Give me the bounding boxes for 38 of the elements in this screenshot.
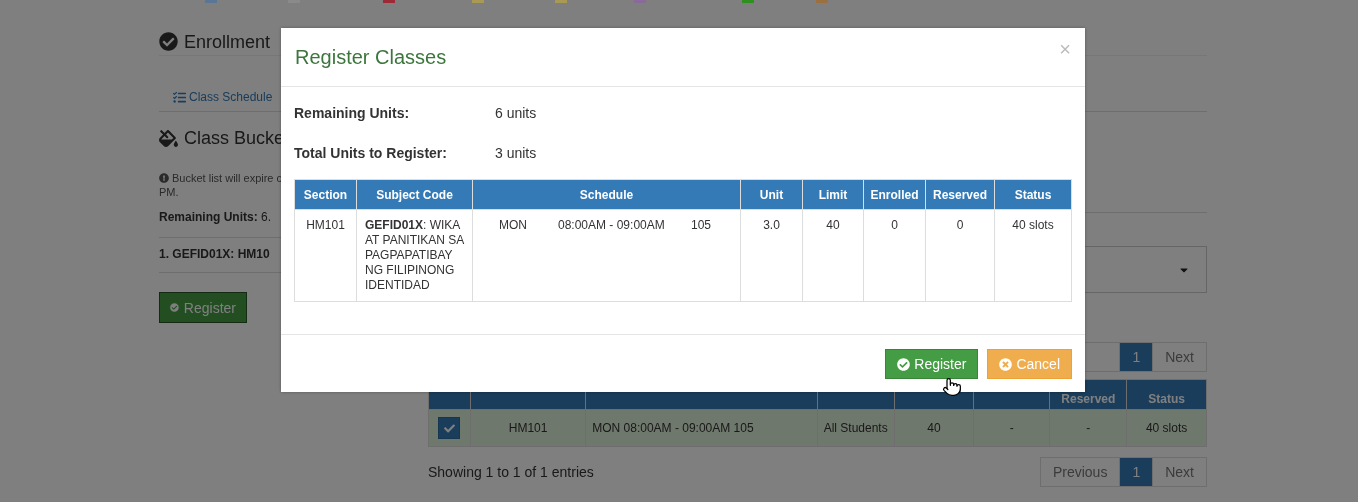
table-cell: -: [1049, 409, 1127, 447]
table-cell: HM101: [470, 409, 586, 447]
table-cell: -: [973, 409, 1050, 447]
schedule-time: 08:00AM - 09:00AM: [558, 218, 666, 233]
summary-value: 3 units: [495, 145, 537, 161]
column-header: Status: [994, 179, 1072, 210]
summary-value: 6 units: [495, 105, 537, 121]
notice-text: Bucket list will expire c: [172, 171, 283, 185]
dialog-title: Register Classes: [295, 45, 447, 69]
notice-text: PM.: [159, 185, 179, 199]
table-cell: 40: [802, 209, 864, 302]
table-cell: 0: [863, 209, 926, 302]
remaining-units-text: Remaining Units: 6.: [159, 209, 271, 226]
section-title: Class Bucke: [184, 127, 285, 150]
bucket-item: 1. GEFID01X: HM10: [159, 246, 270, 263]
table-cell: 3.0: [740, 209, 803, 302]
column-header: Subject Code: [356, 179, 473, 210]
table-cell: 40: [894, 409, 974, 447]
schedule-room: 105: [691, 218, 713, 233]
schedule-day: MON: [499, 218, 558, 233]
summary-label: Total Units to Register:: [294, 145, 448, 161]
table-cell: All Students: [817, 409, 895, 447]
table-cell: MON 08:00AM - 09:00AM 105: [585, 409, 818, 447]
column-header: Status: [1126, 379, 1207, 410]
column-header: Enrolled: [863, 179, 926, 210]
column-header: Schedule: [472, 179, 741, 210]
table-cell: 40 slots: [1126, 409, 1207, 447]
summary-label: Remaining Units:: [294, 105, 411, 121]
table-cell: 0: [925, 209, 995, 302]
column-header: Limit: [802, 179, 864, 210]
subject-cell: GEFID01X: WIKA AT PANITIKAN SA PAGPAPATIBAY NG FILIPINONG IDENTIDAD: [356, 209, 473, 302]
entries-info: Showing 1 to 1 of 1 entries: [428, 464, 594, 480]
page-title: Enrollment: [184, 30, 271, 54]
table-cell: 40 slots: [994, 209, 1072, 302]
column-header: Unit: [740, 179, 803, 210]
column-header: Reserved: [925, 179, 995, 210]
table-cell: HM101: [294, 209, 357, 302]
column-header: Section: [294, 179, 357, 210]
